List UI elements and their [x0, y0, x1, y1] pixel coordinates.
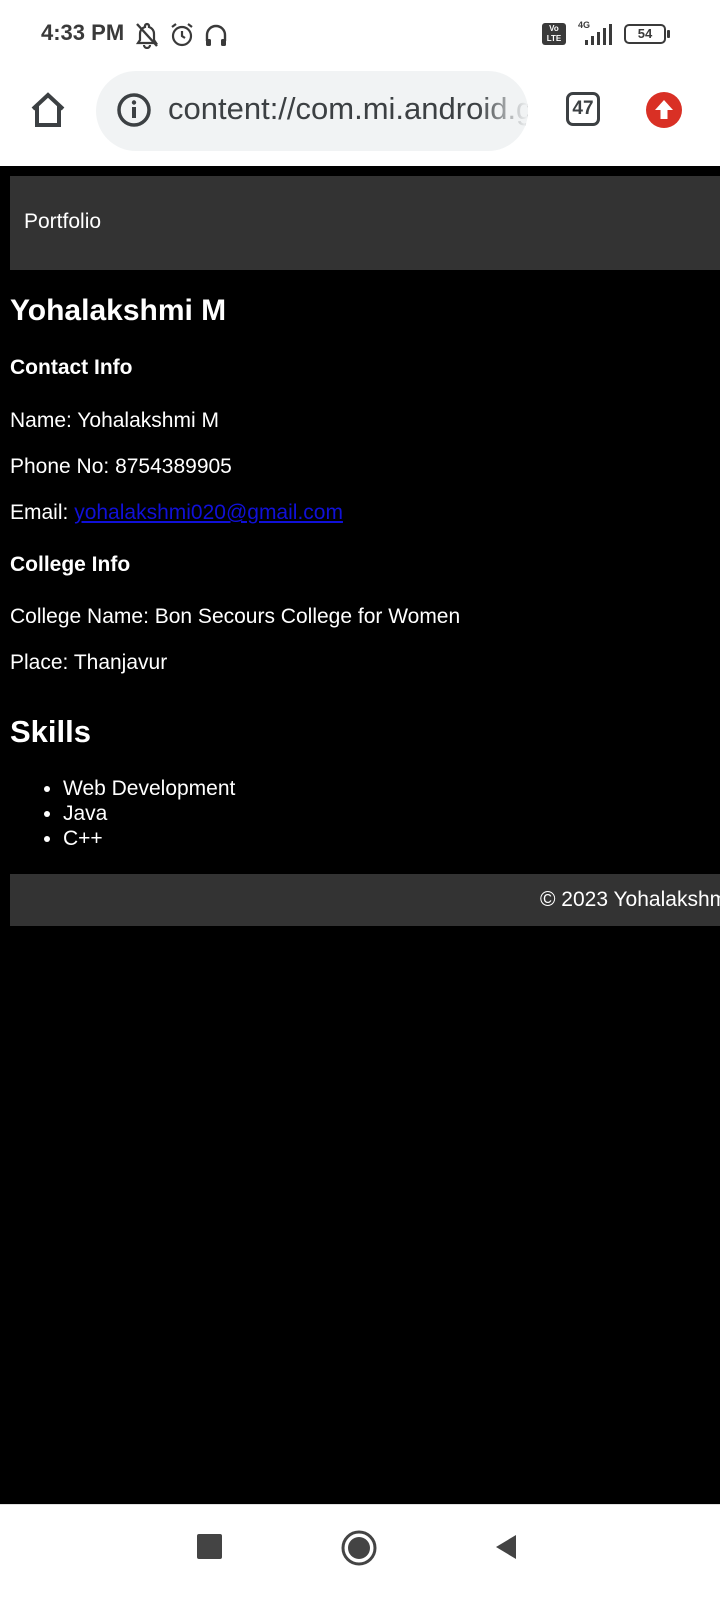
- notifications-off-icon: [135, 22, 159, 49]
- arrow-up-icon: [655, 100, 673, 119]
- status-time: 4:33 PM: [41, 20, 125, 45]
- contact-heading: Contact Info: [10, 356, 133, 379]
- recents-icon[interactable]: [197, 1534, 222, 1559]
- volte-icon: Vo LTE: [542, 23, 566, 45]
- skill-item: Web Development: [63, 776, 235, 801]
- headphones-icon: [205, 24, 227, 46]
- battery-icon: 54: [624, 24, 666, 44]
- home-nav-icon[interactable]: [340, 1529, 378, 1567]
- email-label: Email:: [10, 501, 75, 524]
- update-icon[interactable]: [646, 92, 682, 128]
- signal-icon: [585, 24, 612, 45]
- battery-level: 54: [637, 26, 653, 41]
- url-fade: [478, 71, 528, 151]
- contact-phone: Phone No: 8754389905: [10, 455, 232, 478]
- status-bar: 4:33 PM Vo LTE 4G 54: [0, 0, 720, 70]
- skills-list: Web Development Java C++: [10, 776, 235, 851]
- battery-tip: [667, 30, 670, 38]
- url-text[interactable]: content://com.mi.android.globalFileexplo…: [168, 91, 528, 127]
- site-header: Portfolio: [10, 176, 720, 270]
- college-name: College Name: Bon Secours College for Wo…: [10, 605, 461, 628]
- name-heading: Yohalakshmi M: [10, 294, 227, 327]
- college-place: Place: Thanjavur: [10, 651, 168, 674]
- back-icon[interactable]: [492, 1532, 520, 1562]
- college-heading: College Info: [10, 553, 131, 576]
- url-bar[interactable]: content://com.mi.android.globalFileexplo…: [96, 71, 528, 151]
- tab-switcher-icon[interactable]: 47: [566, 92, 600, 126]
- system-nav-bar: [0, 1504, 720, 1601]
- skills-heading: Skills: [10, 714, 91, 749]
- skill-item: Java: [63, 801, 235, 826]
- alarm-icon: [171, 23, 193, 47]
- web-content: Portfolio Yohalakshmi M Contact Info Nam…: [0, 166, 720, 1504]
- footer-text: © 2023 Yohalakshmi M: [540, 888, 720, 911]
- info-icon[interactable]: [116, 92, 152, 128]
- browser-toolbar: content://com.mi.android.globalFileexplo…: [0, 70, 720, 166]
- home-icon[interactable]: [28, 90, 68, 130]
- contact-email-row: Email: yohalakshmi020@gmail.com: [10, 501, 343, 525]
- skill-item: C++: [63, 826, 235, 851]
- email-link[interactable]: yohalakshmi020@gmail.com: [74, 501, 343, 524]
- header-title[interactable]: Portfolio: [24, 210, 101, 234]
- contact-name: Name: Yohalakshmi M: [10, 409, 219, 432]
- site-footer: © 2023 Yohalakshmi M: [10, 874, 720, 926]
